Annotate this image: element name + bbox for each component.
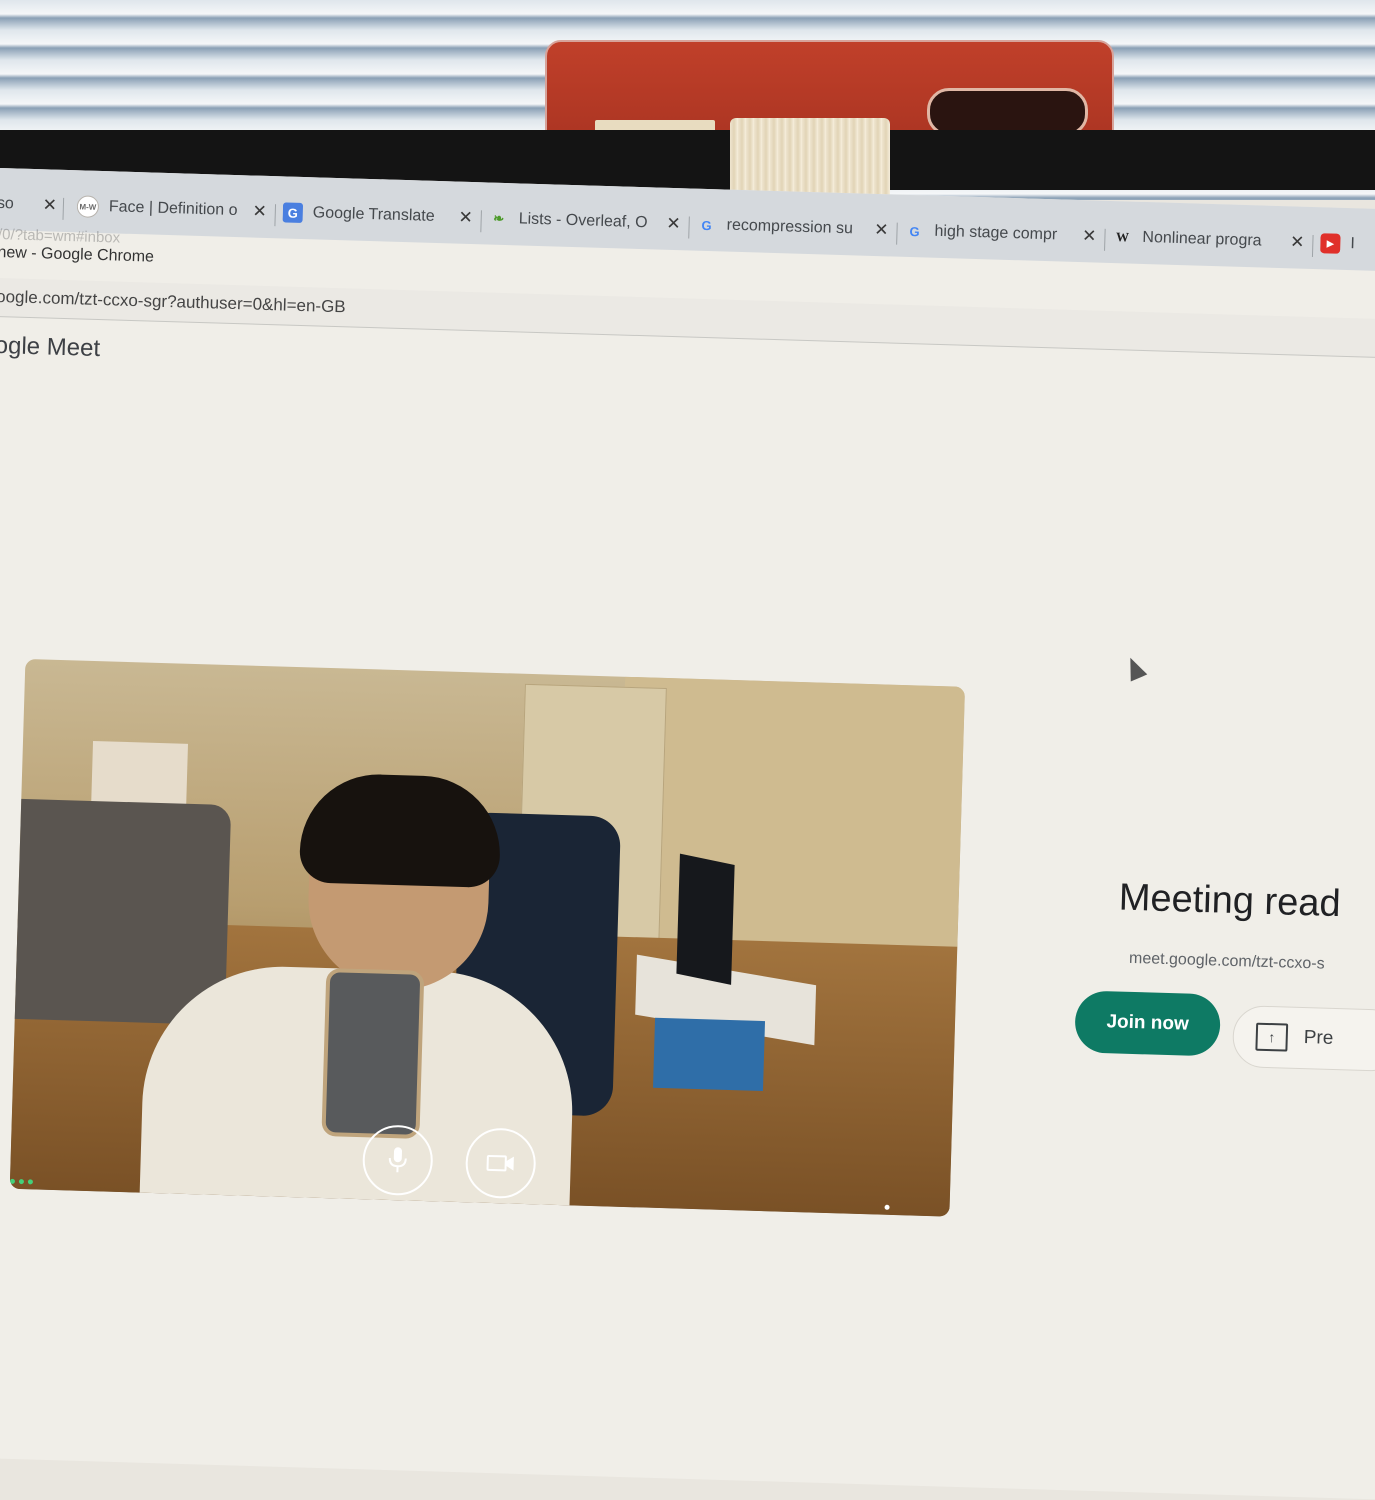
tab-title: I: [1350, 235, 1375, 255]
tab-title: high stage compr: [934, 223, 1072, 245]
tab-separator: [274, 204, 276, 226]
tab-separator: [896, 223, 898, 245]
meeting-status-title: Meeting read: [1118, 877, 1341, 927]
preview-handheld-phone: [321, 968, 424, 1139]
tab-6[interactable]: W Nonlinear progra ✕: [1112, 215, 1305, 265]
tab-7[interactable]: ▶ I: [1320, 221, 1375, 268]
join-now-button[interactable]: Join now: [1074, 990, 1221, 1056]
present-button[interactable]: ↑ Pre: [1232, 1005, 1375, 1072]
merriam-webster-icon: M-W: [77, 195, 100, 218]
tab-title: Google Translate: [313, 204, 449, 226]
mouse-cursor-icon: [1122, 654, 1147, 681]
self-view-preview: [10, 659, 965, 1217]
preview-sofa: [10, 798, 231, 1025]
phone-camera-module: [927, 88, 1088, 136]
tab-title: Lists - Overleaf, O: [518, 210, 656, 232]
close-icon[interactable]: ✕: [666, 214, 681, 234]
preview-person-hair: [299, 772, 502, 888]
preview-blue-box: [653, 1018, 765, 1091]
tab-1[interactable]: M-W Face | Definition o ✕: [76, 184, 267, 234]
tab-title: so: [0, 195, 33, 214]
close-icon[interactable]: ✕: [1082, 226, 1097, 246]
tab-separator: [1312, 235, 1314, 257]
present-screen-icon: ↑: [1255, 1023, 1288, 1052]
tab-title: Face | Definition o: [109, 198, 243, 220]
tab-title: Nonlinear progra: [1142, 229, 1280, 251]
tab-2[interactable]: G Google Translate ✕: [282, 190, 473, 240]
tab-4[interactable]: G recompression su ✕: [696, 203, 889, 253]
preview-wall: [617, 677, 965, 977]
tab-separator: [62, 198, 64, 220]
address-bar[interactable]: oogle.com/tzt-ccxo-sgr?authuser=0&hl=en-…: [0, 278, 1375, 359]
audio-level-indicator: [10, 1179, 33, 1185]
preview-monitor: [676, 854, 734, 985]
tab-3[interactable]: ❧ Lists - Overleaf, O ✕: [488, 197, 681, 247]
window-title: new - Google Chrome: [0, 244, 154, 267]
browser-window: so ✕ M-W Face | Definition o ✕ G Google …: [0, 168, 1375, 1500]
background-url-fragment: /0/?tab=wm#inbox: [0, 226, 120, 247]
more-vertical-icon[interactable]: [879, 1205, 894, 1217]
google-translate-icon: G: [283, 202, 304, 223]
tab-separator: [1104, 229, 1106, 251]
tab-0[interactable]: so ✕: [0, 182, 58, 228]
tab-5[interactable]: G high stage compr ✕: [904, 209, 1097, 259]
close-icon[interactable]: ✕: [458, 208, 473, 228]
close-icon[interactable]: ✕: [874, 220, 889, 240]
tab-title: recompression su: [726, 217, 864, 239]
close-icon[interactable]: ✕: [1290, 232, 1305, 252]
overleaf-icon: ❧: [488, 209, 509, 230]
close-icon[interactable]: ✕: [42, 195, 57, 215]
microphone-icon: [384, 1145, 411, 1176]
address-url[interactable]: oogle.com/tzt-ccxo-sgr?authuser=0&hl=en-…: [0, 287, 346, 317]
youtube-icon: ▶: [1320, 233, 1341, 254]
meet-logo-title: ogle Meet: [0, 332, 100, 363]
wikipedia-icon: W: [1112, 227, 1133, 248]
google-icon: G: [904, 221, 925, 242]
present-button-label: Pre: [1303, 1027, 1333, 1050]
close-icon[interactable]: ✕: [252, 202, 267, 222]
meeting-link: meet.google.com/tzt-ccxo-s: [1129, 950, 1325, 974]
tab-separator: [480, 210, 482, 232]
tab-separator: [688, 216, 690, 238]
video-camera-icon: [485, 1152, 516, 1175]
google-icon: G: [696, 215, 717, 236]
